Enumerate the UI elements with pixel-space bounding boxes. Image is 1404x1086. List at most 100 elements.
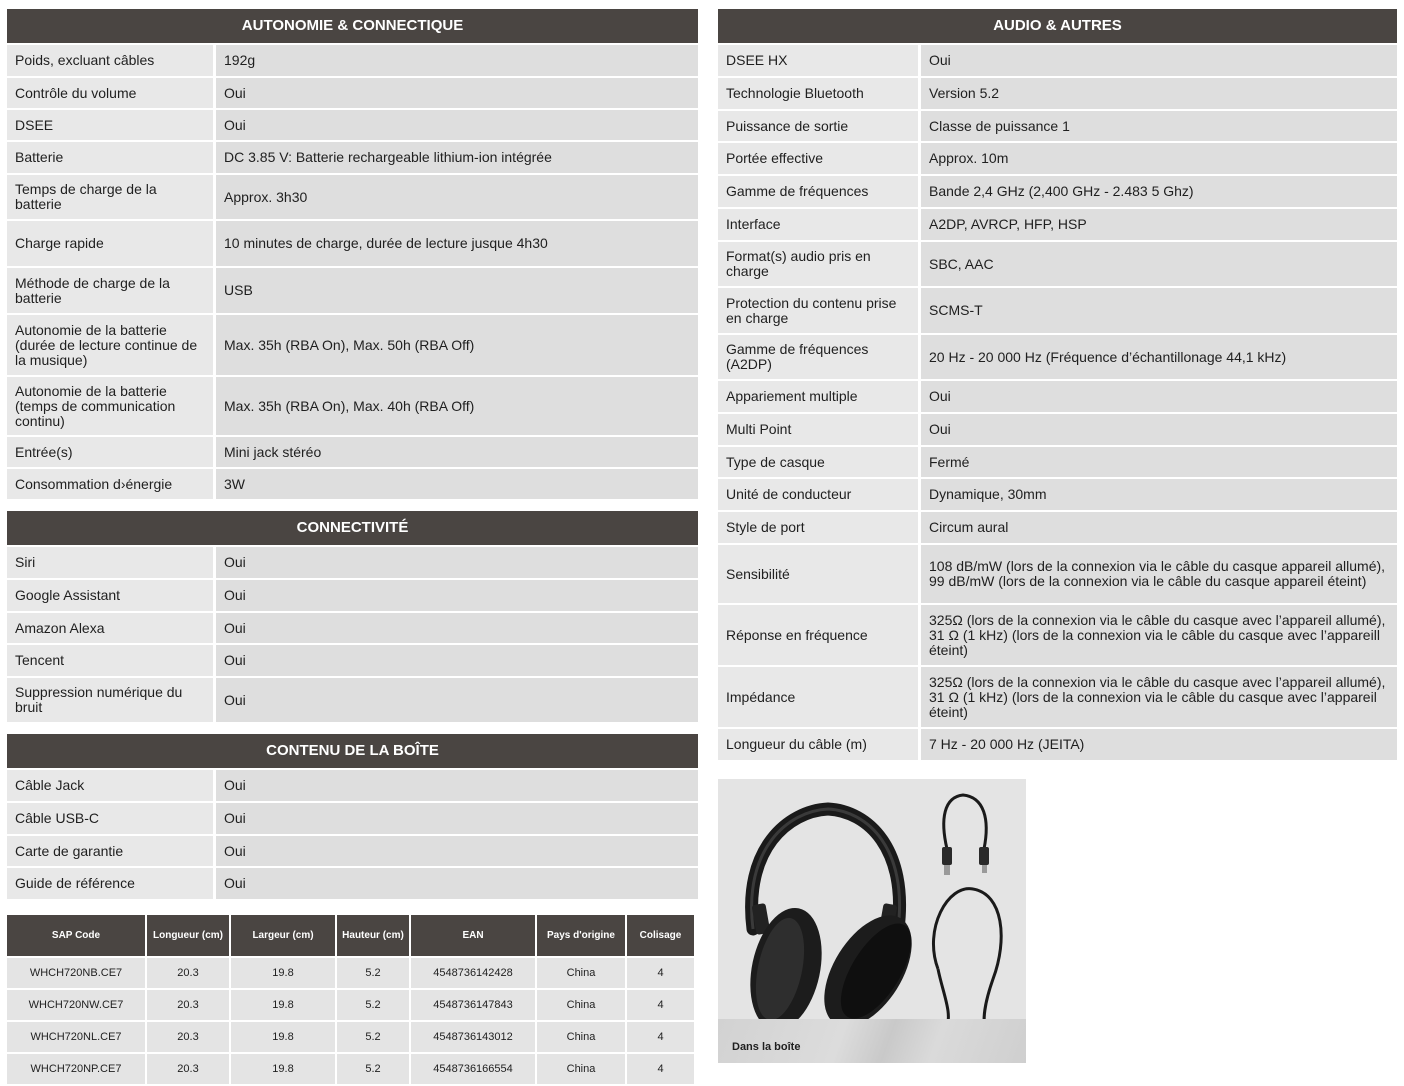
sap-cell: 4548736166554	[411, 1054, 535, 1084]
spec-label: Amazon Alexa	[7, 613, 213, 643]
table-row: Carte de garantie Oui	[7, 836, 698, 866]
table-row: Temps de charge de la batterie Approx. 3h…	[7, 175, 698, 219]
spec-label: Longueur du câble (m)	[718, 729, 918, 760]
spec-label: Contrôle du volume	[7, 78, 213, 108]
spec-label: DSEE	[7, 110, 213, 140]
spec-label: Méthode de charge de la batterie	[7, 268, 213, 313]
sap-header-colisage: Colisage	[627, 915, 694, 956]
sap-cell: 19.8	[231, 1054, 335, 1084]
spec-label: Réponse en fréquence	[718, 605, 918, 665]
sap-cell: WHCH720NL.CE7	[7, 1022, 145, 1052]
spec-value: Oui	[213, 868, 698, 899]
table-row: Charge rapide 10 minutes de charge, durée…	[7, 221, 698, 266]
sap-cell: 4	[627, 958, 694, 988]
spec-label: Format(s) audio pris en charge	[718, 242, 918, 286]
spec-value: Oui	[213, 613, 698, 643]
spec-value: 325Ω (lors de la connexion via le câble …	[918, 605, 1397, 665]
table-row: WHCH720NB.CE7 20.3 19.8 5.2 4548736142428 Chi…	[7, 958, 694, 988]
table-row: Interface A2DP, AVRCP, HFP, HSP	[718, 209, 1397, 240]
sap-header-pays: Pays d'origine	[537, 915, 625, 956]
sap-header-hauteur: Hauteur (cm)	[337, 915, 409, 956]
spec-label: Entrée(s)	[7, 437, 213, 467]
spec-label: Suppression numérique du bruit	[7, 678, 213, 722]
spec-value: SCMS-T	[918, 288, 1397, 333]
spec-label: Technologie Bluetooth	[718, 78, 918, 109]
photo-caption: Dans la boîte	[732, 1041, 801, 1053]
spec-value: Fermé	[918, 447, 1397, 477]
sap-cell: WHCH720NP.CE7	[7, 1054, 145, 1084]
table-row: Câble Jack Oui	[7, 770, 698, 801]
spec-value: Classe de puissance 1	[918, 111, 1397, 141]
spec-value: Oui	[918, 45, 1397, 76]
spec-value: Oui	[213, 645, 698, 676]
spec-label: Batterie	[7, 142, 213, 173]
table-row: Tencent Oui	[7, 645, 698, 676]
sap-header-longueur: Longueur (cm)	[147, 915, 229, 956]
spec-value: 3W	[213, 469, 698, 499]
table-row: Technologie Bluetooth Version 5.2	[718, 78, 1397, 109]
spec-value: 325Ω (lors de la connexion via le câble …	[918, 667, 1397, 727]
spec-value: Oui	[213, 678, 698, 722]
table-row: Longueur du câble (m) 7 Hz - 20 000 Hz (J…	[718, 729, 1397, 760]
connectivite-table: Siri Oui Google Assistant Oui Amazon Alexa…	[7, 545, 698, 724]
spec-value: Dynamique, 30mm	[918, 479, 1397, 510]
spec-value: DC 3.85 V: Batterie rechargeable lithium…	[213, 142, 698, 173]
table-row: Consommation d›énergie 3W	[7, 469, 698, 499]
sap-cell: 20.3	[147, 1054, 229, 1084]
spec-label: Poids, excluant câbles	[7, 45, 213, 76]
spec-value: 192g	[213, 45, 698, 76]
spec-label: Unité de conducteur	[718, 479, 918, 510]
headphones-icon	[745, 802, 912, 1031]
sap-cell: 20.3	[147, 990, 229, 1020]
spec-label: Tencent	[7, 645, 213, 676]
table-row: Autonomie de la batterie (temps de commu…	[7, 377, 698, 435]
sap-cell: China	[537, 1054, 625, 1084]
table-row: Multi Point Oui	[718, 414, 1397, 445]
spec-label: Carte de garantie	[7, 836, 213, 866]
spec-label: Gamme de fréquences (A2DP)	[718, 335, 918, 379]
sap-cell: China	[537, 1022, 625, 1052]
spec-value: Max. 35h (RBA On), Max. 40h (RBA Off)	[213, 377, 698, 435]
usb-c-cable-icon	[942, 793, 989, 875]
sap-cell: 19.8	[231, 990, 335, 1020]
sap-cell: WHCH720NB.CE7	[7, 958, 145, 988]
spec-value: 7 Hz - 20 000 Hz (JEITA)	[918, 729, 1397, 760]
table-row: Gamme de fréquences (A2DP) 20 Hz - 20 000…	[718, 335, 1397, 379]
spec-label: Puissance de sortie	[718, 111, 918, 141]
spec-value: 20 Hz - 20 000 Hz (Fréquence d’échantill…	[918, 335, 1397, 379]
spec-value: Oui	[213, 580, 698, 611]
spec-label: Siri	[7, 547, 213, 578]
section-header-autonomie: AUTONOMIE & CONNECTIQUE	[7, 9, 698, 43]
sap-cell: 20.3	[147, 1022, 229, 1052]
sap-cell: 4548736147843	[411, 990, 535, 1020]
table-row: Unité de conducteur Dynamique, 30mm	[718, 479, 1397, 510]
spec-value: Oui	[918, 381, 1397, 412]
table-row: Siri Oui	[7, 547, 698, 578]
spec-value: USB	[213, 268, 698, 313]
spec-value: Approx. 3h30	[213, 175, 698, 219]
spec-value: Oui	[918, 414, 1397, 445]
spec-value: Mini jack stéréo	[213, 437, 698, 467]
sap-header-code: SAP Code	[7, 915, 145, 956]
sap-cell: 5.2	[337, 1054, 409, 1084]
table-row: WHCH720NW.CE7 20.3 19.8 5.2 4548736147843 Chi…	[7, 990, 694, 1020]
table-row: Gamme de fréquences Bande 2,4 GHz (2,400 …	[718, 176, 1397, 207]
sap-cell: 5.2	[337, 1022, 409, 1052]
sap-cell: 4	[627, 990, 694, 1020]
spec-label: Consommation d›énergie	[7, 469, 213, 499]
spec-value: Oui	[213, 110, 698, 140]
table-row: Sensibilité 108 dB/mW (lors de la connexi…	[718, 545, 1397, 603]
sap-cell: 19.8	[231, 958, 335, 988]
spec-value: Max. 35h (RBA On), Max. 50h (RBA Off)	[213, 315, 698, 375]
sap-cell: 4548736142428	[411, 958, 535, 988]
product-photo: Dans la boîte	[718, 779, 1026, 1063]
table-row: Câble USB-C Oui	[7, 803, 698, 834]
spec-label: Autonomie de la batterie (durée de lectu…	[7, 315, 213, 375]
spec-label: Charge rapide	[7, 221, 213, 266]
section-header-audio: AUDIO & AUTRES	[718, 9, 1397, 43]
table-row: DSEE Oui	[7, 110, 698, 140]
sap-table: SAP Code Longueur (cm) Largeur (cm) Haut…	[5, 913, 696, 1086]
table-row: WHCH720NP.CE7 20.3 19.8 5.2 4548736166554 Chi…	[7, 1054, 694, 1084]
spec-label: Type de casque	[718, 447, 918, 477]
section-header-contenu: CONTENU DE LA BOÎTE	[7, 734, 698, 768]
